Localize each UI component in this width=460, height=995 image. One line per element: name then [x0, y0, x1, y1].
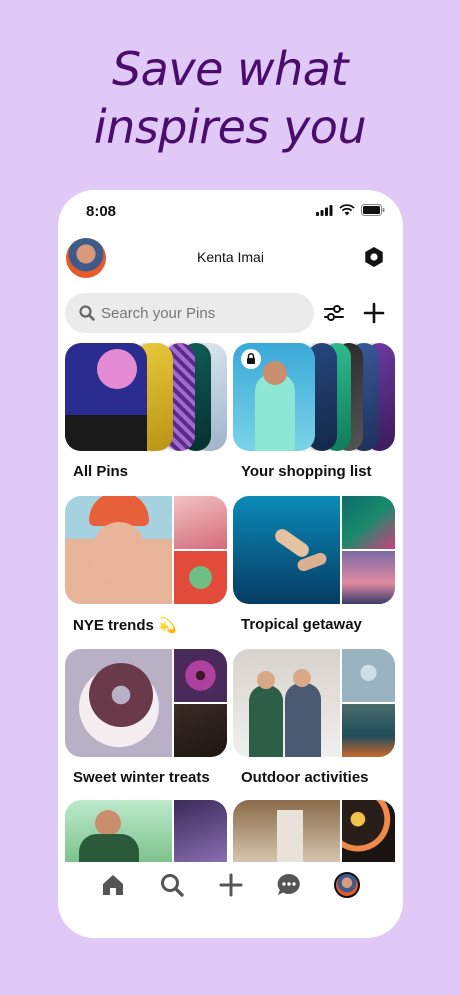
headline-line-2: inspires you — [93, 100, 367, 154]
pin-thumbnail — [233, 496, 340, 604]
board-partial[interactable] — [65, 800, 227, 864]
board-title: Your shopping list — [241, 463, 372, 480]
phone-screen: 8:08 Kenta Imai Search your Pins All Pin… — [58, 190, 403, 938]
marketing-headline: Save what inspires you — [0, 40, 460, 156]
pin-thumbnail — [65, 649, 172, 757]
settings-icon[interactable] — [363, 246, 385, 268]
board-cover — [233, 649, 395, 757]
battery-icon — [361, 204, 385, 216]
profile-header: Kenta Imai — [58, 238, 403, 280]
headline-line-1: Save what — [111, 42, 349, 96]
wifi-icon — [339, 204, 355, 216]
pin-thumbnail — [174, 551, 227, 604]
signal-icon — [316, 204, 333, 216]
pin-thumbnail — [65, 800, 172, 864]
board-cover — [233, 496, 395, 604]
lock-icon — [241, 349, 261, 369]
search-box[interactable] — [65, 293, 314, 333]
board-nye-trends[interactable]: NYE trends 💫 — [65, 496, 227, 634]
pin-thumbnail — [174, 800, 227, 864]
board-title: Outdoor activities — [241, 769, 369, 786]
pin-thumbnail — [342, 649, 395, 702]
pin-thumbnail — [342, 800, 395, 864]
status-time: 8:08 — [86, 203, 117, 220]
bottom-nav — [58, 862, 403, 938]
pin-thumbnail — [342, 704, 395, 757]
board-your-shopping-list[interactable]: Your shopping list — [233, 343, 395, 480]
board-cover — [233, 800, 395, 864]
search-input[interactable] — [101, 293, 306, 333]
pin-thumbnail — [174, 649, 227, 702]
board-cover — [65, 800, 227, 864]
board-cover — [65, 343, 227, 451]
add-board-plus-icon[interactable] — [363, 302, 385, 324]
board-sweet-winter-treats[interactable]: Sweet winter treats — [65, 649, 227, 786]
plus-icon[interactable] — [218, 872, 244, 898]
search-icon[interactable] — [159, 872, 185, 898]
pin-thumbnail — [65, 496, 172, 604]
profile-name: Kenta Imai — [197, 249, 264, 265]
home-icon[interactable] — [100, 872, 126, 898]
pin-thumbnail — [174, 496, 227, 549]
profile-tab[interactable] — [334, 872, 360, 898]
board-title: NYE trends 💫 — [73, 617, 177, 634]
board-outdoor-activities[interactable]: Outdoor activities — [233, 649, 395, 786]
pin-thumbnail — [65, 343, 147, 451]
search-row — [58, 293, 403, 333]
board-partial[interactable] — [233, 800, 395, 864]
board-title: Sweet winter treats — [73, 769, 210, 786]
avatar — [334, 872, 360, 898]
search-icon — [79, 305, 95, 321]
board-tropical-getaway[interactable]: Tropical getaway — [233, 496, 395, 633]
status-icons — [316, 204, 385, 216]
board-title: Tropical getaway — [241, 616, 362, 633]
chat-icon[interactable] — [276, 872, 302, 898]
board-cover — [65, 649, 227, 757]
pin-thumbnail — [233, 649, 340, 757]
board-title: All Pins — [73, 463, 129, 480]
status-bar: 8:08 — [58, 190, 403, 232]
pin-thumbnail — [174, 704, 227, 757]
board-cover — [233, 343, 395, 451]
pin-thumbnail — [342, 551, 395, 604]
pin-thumbnail — [342, 496, 395, 549]
pin-thumbnail — [233, 800, 340, 864]
board-all-pins[interactable]: All Pins — [65, 343, 227, 480]
board-cover — [65, 496, 227, 604]
filter-sliders-icon[interactable] — [323, 302, 345, 324]
